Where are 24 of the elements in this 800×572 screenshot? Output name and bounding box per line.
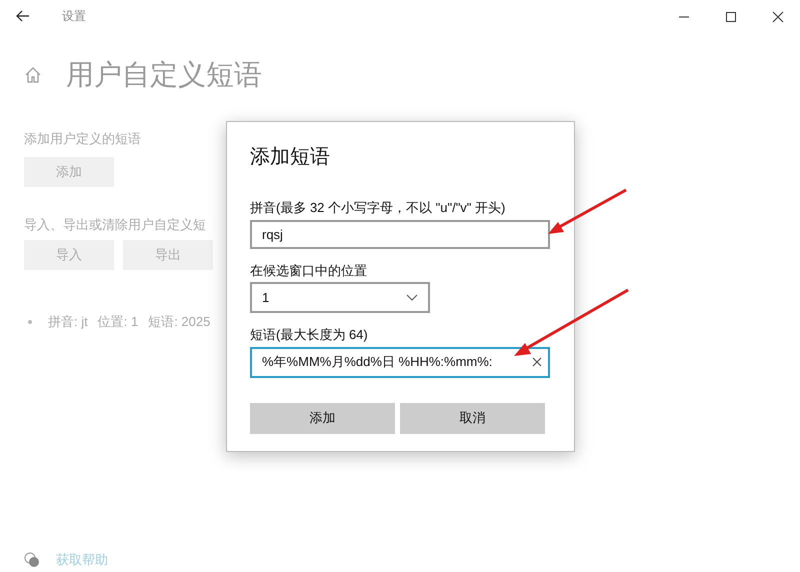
page-title: 用户自定义短语: [66, 58, 262, 92]
pinyin-field[interactable]: rqsj: [250, 220, 550, 248]
dialog-title: 添加短语: [250, 145, 331, 170]
close-icon[interactable]: [772, 11, 784, 23]
section-label: 导入、导出或清除用户自定义短: [24, 216, 207, 234]
maximize-icon[interactable]: [725, 11, 737, 23]
field-label: 拼音(最多 32 个小写字母，不以 "u"/"v" 开头): [250, 199, 506, 217]
phrase-text: 短语: 2025: [148, 313, 210, 331]
help-icon: [24, 552, 40, 568]
field-label: 短语(最大长度为 64): [250, 326, 369, 344]
phrase-pinyin: 拼音: jt: [48, 313, 88, 331]
back-icon[interactable]: [16, 9, 30, 23]
phrase-field[interactable]: %年%MM%月%dd%日 %HH%:%mm%:: [250, 346, 550, 378]
home-icon[interactable]: [24, 66, 42, 84]
window-title: 设置: [62, 8, 86, 25]
field-label: 在候选窗口中的位置: [250, 262, 368, 280]
clear-icon[interactable]: [532, 357, 542, 367]
bullet-icon: [28, 320, 32, 324]
phrase-position: 位置: 1: [98, 313, 138, 331]
chevron-down-icon: [406, 294, 418, 301]
dialog-button[interactable]: 取消: [400, 402, 545, 434]
dialog-button[interactable]: 添加: [250, 402, 395, 434]
position-dropdown[interactable]: 1: [250, 282, 430, 313]
section-label: 添加用户定义的短语: [24, 130, 142, 148]
